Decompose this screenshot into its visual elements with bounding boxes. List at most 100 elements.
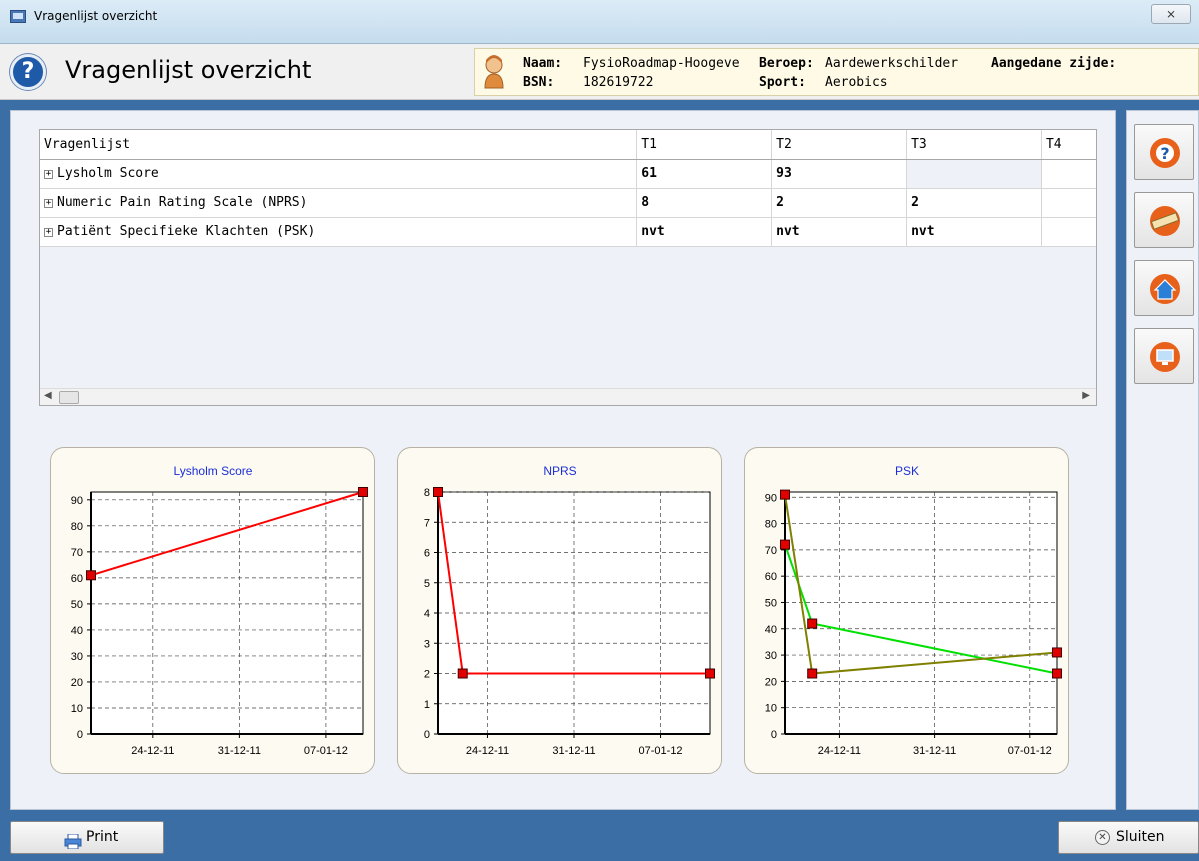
svg-text:?: ? — [1160, 144, 1169, 163]
y-tick-label: 90 — [71, 495, 83, 507]
chart-title: Lysholm Score — [174, 464, 253, 478]
y-tick-label: 6 — [424, 548, 430, 560]
y-tick-label: 60 — [765, 571, 777, 583]
table-cell: 2 — [906, 188, 1042, 218]
y-tick-label: 2 — [424, 669, 430, 681]
table-cell — [1041, 159, 1096, 189]
horizontal-scrollbar[interactable]: ◀ ▶ — [40, 388, 1096, 405]
scroll-right-icon[interactable]: ▶ — [1082, 390, 1090, 401]
ruler-button[interactable] — [1134, 192, 1194, 248]
main-panel: Vragenlijst T1 T2 T3 T4 + Lysholm Score 6… — [10, 110, 1116, 810]
expand-icon[interactable]: + — [44, 228, 53, 237]
chart-title: PSK — [895, 464, 919, 478]
x-tick-label: 31-12-11 — [913, 745, 956, 757]
lysholm-chart-panel: Lysholm Score 0 10 20 30 40 50 60 70 80 90 24-12-11… — [50, 447, 375, 774]
y-tick-label: 0 — [77, 729, 83, 741]
column-header[interactable]: T1 — [636, 130, 773, 160]
y-tick-label: 70 — [765, 545, 777, 557]
y-tick-label: 20 — [765, 676, 777, 688]
y-tick-label: 1 — [424, 699, 430, 711]
expand-icon[interactable]: + — [44, 170, 53, 179]
column-header[interactable]: Vragenlijst — [40, 130, 638, 160]
y-tick-label: 60 — [71, 573, 83, 585]
table-cell: nvt — [636, 217, 773, 247]
table-cell: 61 — [636, 159, 773, 189]
y-tick-label: 50 — [71, 599, 83, 611]
data-point — [358, 487, 368, 497]
window-close-button[interactable]: ⨯ — [1151, 4, 1191, 24]
table-cell: 2 — [771, 188, 908, 218]
expand-icon[interactable]: + — [44, 199, 53, 208]
y-tick-label: 4 — [424, 608, 430, 620]
data-point — [457, 668, 468, 679]
home-icon — [1150, 274, 1180, 304]
plot-area — [784, 491, 1058, 735]
window-titlebar: Vragenlijst overzicht ⨯ — [0, 0, 1199, 44]
column-header[interactable]: T3 — [906, 130, 1042, 160]
aangedane-zijde-label: Aangedane zijde: — [991, 56, 1117, 71]
data-point — [705, 668, 715, 679]
y-tick-label: 50 — [765, 597, 777, 609]
close-label: Sluiten — [1116, 829, 1165, 845]
x-tick-label: 07-01-12 — [639, 745, 683, 757]
page-title: Vragenlijst overzicht — [65, 56, 312, 84]
x-tick-label: 31-12-11 — [218, 745, 261, 757]
bsn-value: 182619722 — [583, 75, 654, 90]
row-name: Patiënt Specifieke Klachten (PSK) — [57, 224, 316, 239]
x-tick-label: 31-12-11 — [552, 745, 595, 757]
table-cell — [906, 159, 1042, 189]
table-cell: nvt — [771, 217, 908, 247]
y-tick-label: 20 — [71, 677, 83, 689]
close-button[interactable]: ✕ Sluiten — [1058, 821, 1199, 854]
x-tick-label: 24-12-11 — [818, 745, 861, 757]
help-button[interactable]: ? — [1134, 124, 1194, 180]
row-name: Lysholm Score — [57, 166, 159, 181]
y-tick-label: 80 — [71, 521, 83, 533]
table-cell: 8 — [636, 188, 773, 218]
table-row[interactable]: + Numeric Pain Rating Scale (NPRS) 8 2 2 — [40, 188, 1096, 218]
scroll-left-icon[interactable]: ◀ — [44, 390, 52, 401]
nprs-chart: NPRS 0 1 2 3 4 5 6 7 8 24-12-11 31-12-11 07-01-12 — [424, 464, 715, 757]
lysholm-chart: Lysholm Score 0 10 20 30 40 50 60 70 80 90 24-12-11… — [71, 464, 368, 757]
naam-label: Naam: — [523, 56, 563, 71]
y-tick-label: 5 — [424, 578, 430, 590]
help-lifebuoy-icon: ? — [1150, 138, 1180, 168]
print-button[interactable]: Print — [10, 821, 164, 854]
nprs-chart-panel: NPRS 0 1 2 3 4 5 6 7 8 24-12-11 31-12-11 07-01-12 — [397, 447, 722, 774]
scrollbar-thumb[interactable] — [59, 391, 79, 404]
table-row[interactable]: + Patiënt Specifieke Klachten (PSK) nvt n… — [40, 217, 1096, 247]
table-cell: nvt — [906, 217, 1042, 247]
question-icon[interactable]: ? — [10, 54, 46, 90]
print-label: Print — [86, 829, 119, 845]
printer-icon — [64, 830, 82, 850]
data-point — [780, 489, 790, 500]
sport-value: Aerobics — [825, 75, 888, 90]
questionnaire-table: Vragenlijst T1 T2 T3 T4 + Lysholm Score 6… — [40, 130, 1096, 247]
y-tick-label: 7 — [424, 517, 430, 529]
x-tick-label: 24-12-11 — [131, 745, 174, 757]
patient-avatar-icon — [484, 55, 504, 89]
column-header[interactable]: T2 — [771, 130, 908, 160]
monitor-button[interactable] — [1134, 328, 1194, 384]
psk-chart: PSK 0 10 20 30 40 50 60 70 80 90 24-12-11 31-12-11 07… — [765, 464, 1062, 757]
y-tick-label: 90 — [765, 492, 777, 504]
y-tick-label: 0 — [424, 729, 430, 741]
bsn-label: BSN: — [523, 75, 555, 90]
table-cell — [1041, 217, 1096, 247]
data-point — [1052, 647, 1062, 658]
x-tick-label: 07-01-12 — [304, 745, 348, 757]
app-icon — [10, 10, 26, 23]
plot-area — [90, 491, 364, 735]
footer-bar: Print ✕ Sluiten — [0, 812, 1199, 861]
column-header[interactable]: T4 — [1041, 130, 1096, 160]
naam-value: FysioRoadmap-Hoogeve — [583, 56, 740, 71]
y-tick-label: 8 — [424, 487, 430, 499]
data-point — [86, 570, 96, 581]
home-button[interactable] — [1134, 260, 1194, 316]
y-tick-label: 0 — [771, 729, 777, 741]
data-point — [433, 487, 443, 497]
data-point — [1052, 668, 1062, 679]
ruler-icon — [1150, 206, 1180, 236]
table-row[interactable]: + Lysholm Score 61 93 — [40, 159, 1096, 189]
data-point — [807, 618, 818, 629]
